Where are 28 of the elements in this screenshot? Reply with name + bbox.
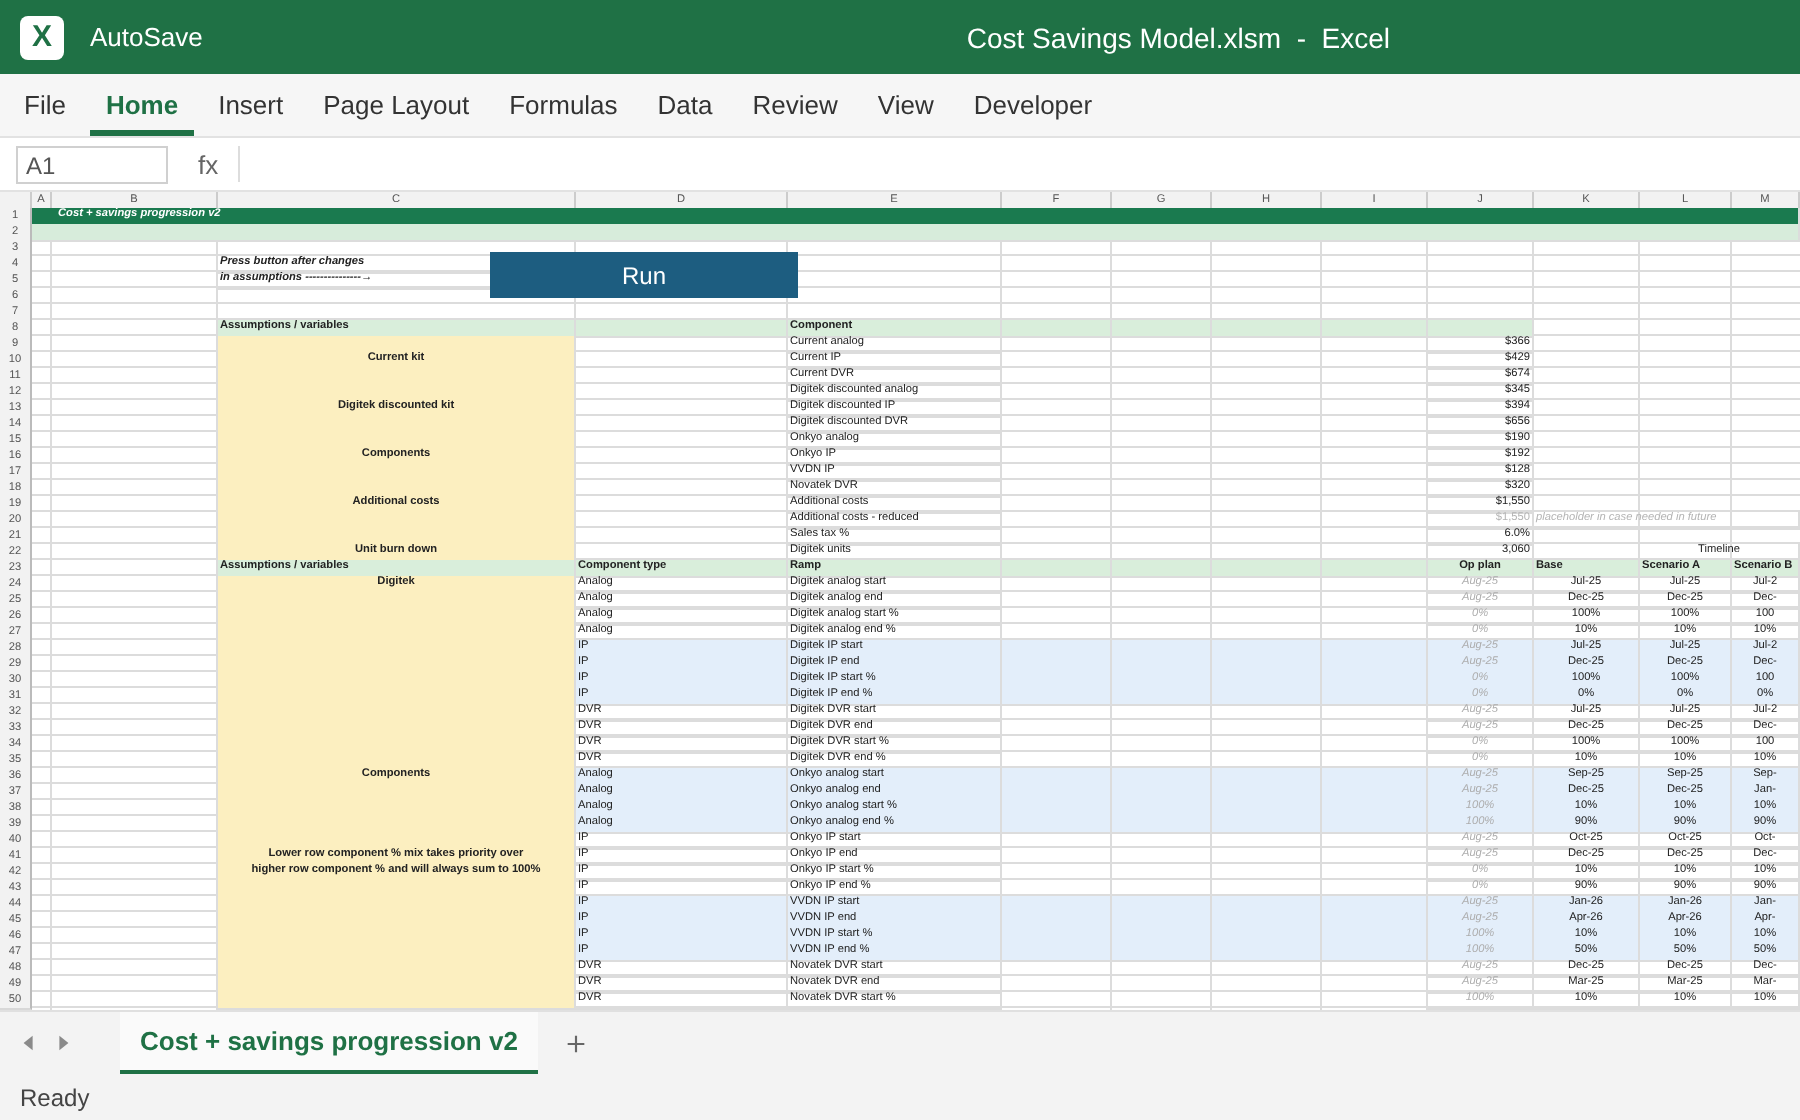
table-cell	[1322, 320, 1428, 338]
table-cell	[1112, 320, 1212, 338]
ribbon-tab[interactable]: Insert	[202, 74, 300, 136]
ribbon-tab[interactable]: File	[8, 74, 82, 136]
ribbon-tab[interactable]: Developer	[957, 74, 1109, 136]
ribbon-tab[interactable]: Formulas	[493, 74, 634, 136]
table-cell	[1112, 560, 1212, 578]
table-cell	[1322, 560, 1428, 578]
ribbon-tab[interactable]: Data	[641, 74, 729, 136]
scroll-right-icon[interactable]	[54, 1034, 72, 1052]
scroll-left-icon[interactable]	[20, 1034, 38, 1052]
run-button[interactable]: Run	[490, 252, 798, 298]
sheet-tab[interactable]: Cost + savings progression v2	[120, 1012, 538, 1074]
ribbon-tab[interactable]: Page Layout	[307, 74, 486, 136]
autosave-label: AutoSave	[90, 22, 203, 52]
window-title: Cost Savings Model.xlsm - Excel	[966, 21, 1390, 53]
table-cell	[1002, 320, 1112, 338]
ribbon-tab[interactable]: Review	[736, 74, 854, 136]
app-logo: X	[20, 15, 64, 59]
add-sheet-icon[interactable]	[565, 1033, 586, 1053]
ribbon-tab[interactable]: View	[861, 74, 950, 136]
name-box[interactable]: A1	[16, 145, 168, 183]
function-label[interactable]: fx	[198, 149, 219, 179]
status-text: Ready	[20, 1083, 90, 1111]
table-cell	[1428, 320, 1534, 338]
table-cell	[1212, 560, 1322, 578]
table-cell	[1002, 560, 1112, 578]
table-cell	[1212, 320, 1322, 338]
